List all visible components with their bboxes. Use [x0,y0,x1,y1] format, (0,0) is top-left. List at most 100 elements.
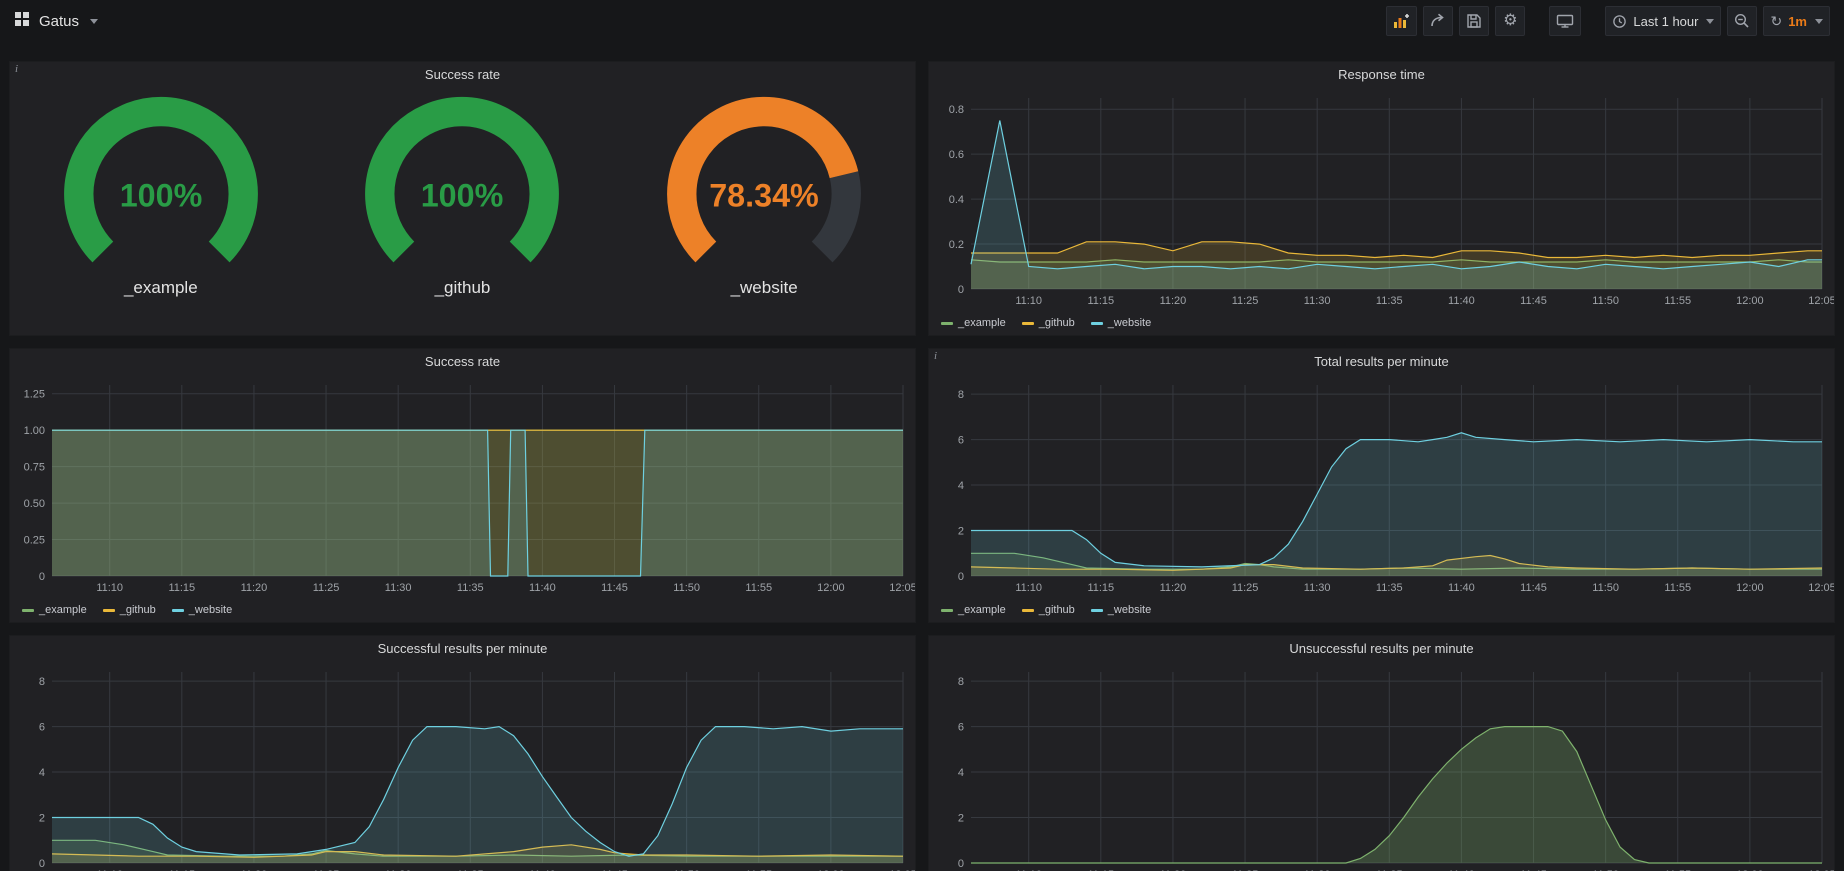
svg-text:100%: 100% [421,178,504,214]
svg-text:0: 0 [39,571,45,583]
svg-text:11:10: 11:10 [1015,295,1042,307]
legend-item[interactable]: _website [1091,317,1151,329]
legend-series-mark [172,609,184,612]
response-time-chart[interactable]: 11:1011:1511:2011:2511:3011:3511:4011:45… [929,88,1834,311]
svg-text:12:05: 12:05 [1808,295,1834,307]
navbar-actions: ⚙ Last 1 hour ↻ 1m [1386,6,1830,36]
gauge-arc: 100% [317,92,607,278]
unsuccessful-results-chart[interactable]: 11:1011:1511:2011:2511:3011:3511:4011:45… [929,662,1834,871]
legend-series-mark [22,609,34,612]
share-icon [1430,13,1446,29]
chart-legend: _example _github _website [929,598,1834,622]
panel-response-time: Response time 11:1011:1511:2011:2511:301… [928,61,1835,336]
panel-info-icon[interactable]: i [15,63,18,75]
svg-text:6: 6 [958,435,964,447]
chart-legend: _example _github _website [929,311,1834,335]
legend-series-mark [941,322,953,325]
svg-text:0.25: 0.25 [24,535,45,547]
panel-success-rate-gauges: i Success rate 100% _example 100% _githu… [9,61,916,336]
svg-text:11:55: 11:55 [745,582,772,594]
add-panel-button[interactable] [1386,6,1417,36]
svg-text:11:35: 11:35 [457,582,484,594]
legend-item[interactable]: _github [1022,317,1075,329]
refresh-interval-label: 1m [1788,15,1807,28]
monitor-icon [1556,13,1574,29]
legend-series-label: _website [1108,604,1151,616]
svg-text:11:50: 11:50 [1592,295,1619,307]
legend-item[interactable]: _example [941,317,1006,329]
settings-button[interactable]: ⚙ [1495,6,1525,36]
svg-text:11:30: 11:30 [1304,582,1331,594]
svg-text:11:35: 11:35 [1376,582,1403,594]
svg-text:2: 2 [958,813,964,825]
legend-series-label: _github [120,604,156,616]
svg-text:2: 2 [39,813,45,825]
panel-title[interactable]: Total results per minute [929,349,1834,375]
svg-text:11:55: 11:55 [1664,295,1691,307]
panel-info-icon[interactable]: i [934,350,937,362]
gauge-github: 100% _github [313,92,612,298]
share-button[interactable] [1423,6,1453,36]
total-results-chart[interactable]: 11:1011:1511:2011:2511:3011:3511:4011:45… [929,375,1834,598]
navbar: Gatus ⚙ [0,0,1844,42]
panel-title[interactable]: Unsuccessful results per minute [929,636,1834,662]
dashboard-grid-icon [14,11,30,32]
svg-text:0.4: 0.4 [949,194,964,206]
svg-text:0: 0 [958,284,964,296]
gauge-website: 78.34% _website [615,92,914,298]
save-icon [1466,13,1482,29]
svg-text:11:40: 11:40 [1448,295,1475,307]
svg-text:11:10: 11:10 [96,582,123,594]
gauge-example: 100% _example [12,92,311,298]
zoom-out-button[interactable] [1727,6,1757,36]
legend-item[interactable]: _example [941,604,1006,616]
gauge-arc: 100% [16,92,306,278]
svg-text:6: 6 [39,722,45,734]
legend-item[interactable]: _github [1022,604,1075,616]
add-panel-icon [1393,13,1410,29]
legend-item[interactable]: _github [103,604,156,616]
legend-series-label: _github [1039,604,1075,616]
svg-text:12:00: 12:00 [817,582,845,594]
svg-text:12:05: 12:05 [1808,582,1834,594]
save-button[interactable] [1459,6,1489,36]
svg-text:0.2: 0.2 [949,239,964,251]
svg-text:8: 8 [958,389,964,401]
time-range-picker[interactable]: Last 1 hour [1605,6,1721,36]
legend-series-mark [1091,322,1103,325]
svg-text:2: 2 [958,526,964,538]
dashboard-picker[interactable]: Gatus [14,11,98,32]
svg-text:11:35: 11:35 [1376,295,1403,307]
legend-item[interactable]: _example [22,604,87,616]
gauge-label: _example [124,278,198,298]
cycle-view-button[interactable] [1549,6,1581,36]
gauge-label: _github [435,278,491,298]
legend-series-label: _example [958,604,1006,616]
svg-text:11:25: 11:25 [1232,582,1259,594]
gauges-row: 100% _example 100% _github 78.34% _websi… [10,88,915,335]
panel-title[interactable]: Response time [929,62,1834,88]
legend-item[interactable]: _website [1091,604,1151,616]
legend-series-mark [1022,609,1034,612]
successful-results-chart[interactable]: 11:1011:1511:2011:2511:3011:3511:4011:45… [10,662,915,871]
refresh-picker[interactable]: ↻ 1m [1763,6,1830,36]
svg-text:8: 8 [958,676,964,688]
chevron-down-icon [1815,19,1823,24]
panel-total-results: i Total results per minute 11:1011:1511:… [928,348,1835,623]
legend-item[interactable]: _website [172,604,232,616]
panel-title[interactable]: Success rate [10,62,915,88]
refresh-icon: ↻ [1770,14,1782,28]
svg-text:0: 0 [958,858,964,870]
panel-title[interactable]: Successful results per minute [10,636,915,662]
svg-text:11:50: 11:50 [1592,582,1619,594]
svg-text:0: 0 [958,571,964,583]
legend-series-mark [1091,609,1103,612]
svg-text:78.34%: 78.34% [709,178,819,214]
success-rate-chart[interactable]: 11:1011:1511:2011:2511:3011:3511:4011:45… [10,375,915,598]
svg-text:11:45: 11:45 [601,582,628,594]
legend-series-label: _website [189,604,232,616]
panel-title[interactable]: Success rate [10,349,915,375]
svg-text:11:15: 11:15 [168,582,195,594]
svg-text:11:30: 11:30 [385,582,412,594]
legend-series-label: _example [958,317,1006,329]
